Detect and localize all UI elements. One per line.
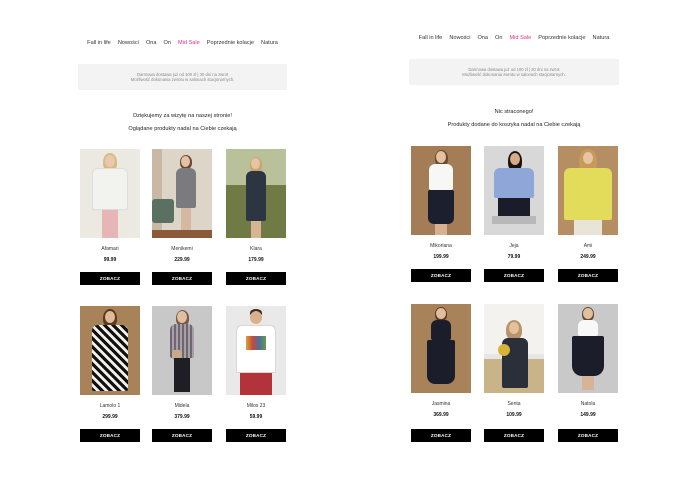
product-photo[interactable] [484,304,544,393]
product-price: 109.99 [506,412,522,418]
product-card[interactable]: Senta 109.99 ZOBACZ [484,304,544,442]
product-card[interactable]: Ami 249.99 ZOBACZ [558,146,618,282]
zobacz-button[interactable]: ZOBACZ [558,269,618,282]
product-photo[interactable] [226,306,286,395]
product-price: 229.99 [174,257,190,263]
product-photo[interactable] [80,149,140,238]
product-card[interactable]: Afamari 99.99 ZOBACZ [80,149,140,285]
product-name: Mikoriana [430,243,452,249]
zobacz-button[interactable]: ZOBACZ [411,269,471,282]
product-photo[interactable] [411,146,471,235]
zobacz-button[interactable]: ZOBACZ [152,272,212,285]
nav-item-on[interactable]: On [164,40,171,46]
banner-line-2: Możliwość dokonania zwrotu w salonach st… [130,77,235,83]
product-photo[interactable] [226,149,286,238]
product-name: Senta [507,401,521,407]
product-price: 379.99 [174,414,190,420]
product-price: 149.99 [580,412,596,418]
product-card[interactable]: Milos 23 59.99 ZOBACZ [226,306,286,442]
banner-line-2: Możliwość dokonania zwrotu w salonach st… [462,72,566,78]
product-photo[interactable] [152,306,212,395]
top-nav: Fall in life Nowości Ona On Mid Sale Pop… [78,40,287,46]
product-price: 249.99 [580,254,596,260]
nav-item-poprzednie-kolacje[interactable]: Poprzednie kolacje [207,40,254,46]
product-price: 59.99 [249,414,263,420]
shipping-banner: Darmowa dostawa już od 100 zł | 30 dni n… [78,64,287,90]
zobacz-button[interactable]: ZOBACZ [484,429,544,442]
nav-item-mid-sale[interactable]: Mid Sale [178,40,200,46]
nav-item-fall-in-life[interactable]: Fall in life [419,35,443,41]
product-name: Lamolo 1 [99,403,121,409]
nav-item-natura[interactable]: Natura [593,35,610,41]
product-name: Ami [583,243,593,249]
product-price: 99.99 [103,257,117,263]
zobacz-button[interactable]: ZOBACZ [226,272,286,285]
thanks-heading: Dziękujemy za wizytę na naszej stronie! [133,113,232,119]
product-name: Midela [174,403,190,409]
product-price: 369.99 [433,412,449,418]
nav-item-ona[interactable]: Ona [146,40,157,46]
product-name: Jeja [509,243,519,249]
product-photo[interactable] [484,146,544,235]
shipping-banner: Darmowa dostawa już od 100 zł | 30 dni n… [409,59,619,85]
nav-item-natura[interactable]: Natura [261,40,278,46]
product-photo[interactable] [80,306,140,395]
product-photo[interactable] [558,304,618,393]
nav-item-mid-sale[interactable]: Mid Sale [510,35,532,41]
product-price: 79.99 [507,254,521,260]
product-name: Jasmina [431,401,451,407]
nav-item-poprzednie-kolacje[interactable]: Poprzednie kolacje [538,35,585,41]
top-nav: Fall in life Nowości Ona On Mid Sale Pop… [409,35,619,41]
product-photo[interactable] [152,149,212,238]
product-name: Milos 23 [246,403,266,409]
product-card[interactable]: Jasmina 369.99 ZOBACZ [411,304,471,442]
zobacz-button[interactable]: ZOBACZ [152,429,212,442]
product-card[interactable]: Klara 179.99 ZOBACZ [226,149,286,285]
zobacz-button[interactable]: ZOBACZ [411,429,471,442]
product-photo[interactable] [558,146,618,235]
product-price: 199.99 [433,254,449,260]
product-card[interactable]: Menikemi 229.99 ZOBACZ [152,149,212,285]
product-card[interactable]: Midela 379.99 ZOBACZ [152,306,212,442]
nav-item-fall-in-life[interactable]: Fall in life [87,40,111,46]
product-card[interactable]: Jeja 79.99 ZOBACZ [484,146,544,282]
product-name: Menikemi [171,246,193,252]
zobacz-button[interactable]: ZOBACZ [484,269,544,282]
product-card[interactable]: Natola 149.99 ZOBACZ [558,304,618,442]
product-price: 299.99 [102,414,118,420]
subheading: Oglądane produkty nadal na Ciebie czekaj… [128,126,237,132]
zobacz-button[interactable]: ZOBACZ [558,429,618,442]
nav-item-ona[interactable]: Ona [477,35,488,41]
subheading: Produkty dodane do koszyka nadal na Cieb… [447,122,581,128]
product-price: 179.99 [248,257,264,263]
product-photo[interactable] [411,304,471,393]
product-card[interactable]: Mikoriana 199.99 ZOBACZ [411,146,471,282]
nav-item-nowosci[interactable]: Nowości [449,35,470,41]
product-name: Afamari [101,246,119,252]
zobacz-button[interactable]: ZOBACZ [226,429,286,442]
nav-item-nowosci[interactable]: Nowości [118,40,139,46]
zobacz-button[interactable]: ZOBACZ [80,429,140,442]
zobacz-button[interactable]: ZOBACZ [80,272,140,285]
product-card[interactable]: Lamolo 1 299.99 ZOBACZ [80,306,140,442]
product-name: Natola [580,401,596,407]
cart-heading: Nic straconego! [494,109,534,115]
nav-item-on[interactable]: On [495,35,502,41]
product-name: Klara [250,246,262,252]
